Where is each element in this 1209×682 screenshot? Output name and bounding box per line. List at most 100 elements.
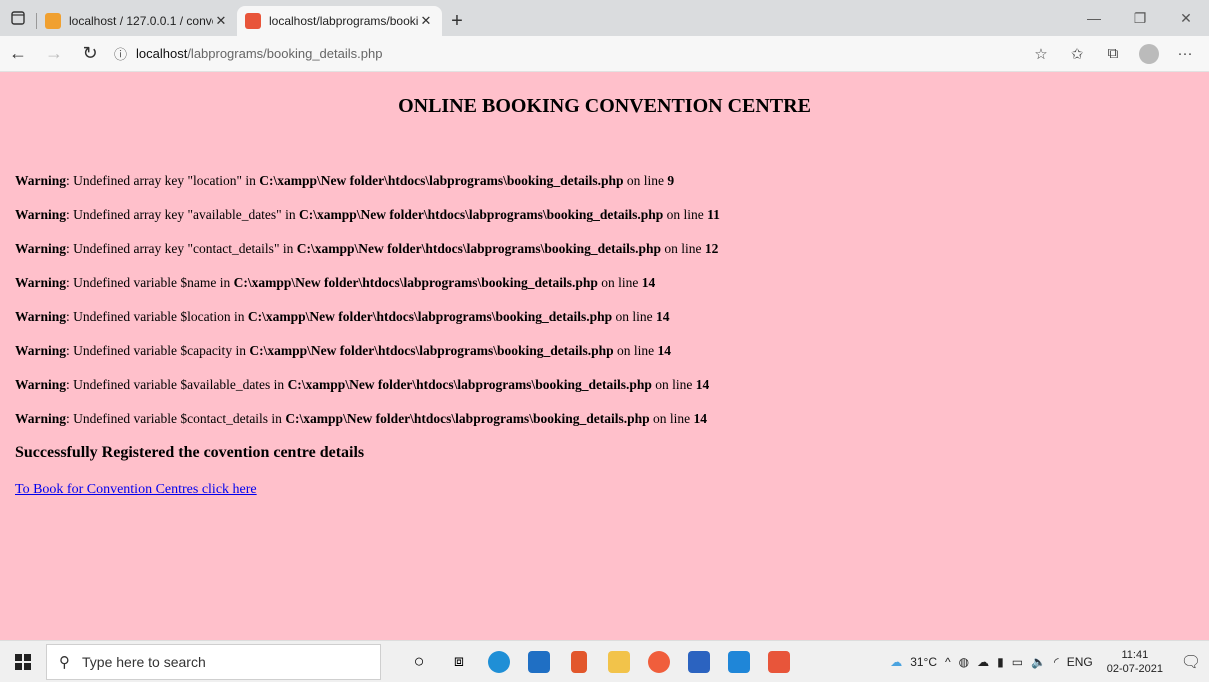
warning-file: C:\xampp\New folder\htdocs\labprograms\b…	[249, 343, 614, 358]
file-explorer-app[interactable]	[599, 641, 639, 682]
warning-label: Warning	[15, 241, 67, 256]
tab-close-icon[interactable]: ✕	[213, 13, 229, 29]
url-host: localhost	[136, 46, 188, 61]
office-app[interactable]	[559, 641, 599, 682]
window-controls: — ❐ ✕	[1071, 0, 1209, 36]
warning-on-line: on line	[612, 309, 657, 324]
book-convention-link[interactable]: To Book for Convention Centres click her…	[15, 482, 257, 498]
forward-button[interactable]: →	[36, 38, 72, 70]
tab-booking-details[interactable]: localhost/labprograms/booking_ ✕	[237, 6, 442, 36]
favorites-list-icon: ✩	[1070, 45, 1084, 63]
warning-file: C:\xampp\New folder\htdocs\labprograms\b…	[287, 377, 652, 392]
collections-icon: ⧉	[1107, 45, 1119, 62]
word-app[interactable]	[679, 641, 719, 682]
new-tab-button[interactable]: +	[442, 6, 472, 36]
warning-line-number: 14	[656, 309, 670, 324]
warning-line: Warning: Undefined variable $location in…	[15, 309, 670, 325]
windows-logo-icon	[15, 653, 31, 670]
taskbar-apps: ○ ⧈	[399, 641, 799, 682]
minimize-button[interactable]: —	[1071, 0, 1117, 36]
warning-line: Warning: Undefined array key "available_…	[15, 207, 720, 223]
profile-avatar-icon	[1139, 43, 1159, 64]
close-window-button[interactable]: ✕	[1163, 0, 1209, 36]
settings-menu-button[interactable]: ···	[1167, 40, 1203, 68]
site-info-icon[interactable]: ⓘ	[114, 44, 136, 63]
profile-button[interactable]	[1131, 40, 1167, 68]
taskbar-search-box[interactable]: ⚲ Type here to search	[46, 643, 381, 680]
weather-icon[interactable]: ☁	[890, 655, 902, 669]
battery-icon[interactable]: ▭	[1012, 655, 1023, 669]
warning-message: : Undefined variable $capacity in	[66, 343, 250, 358]
vscode-app[interactable]	[719, 641, 759, 682]
chrome-app[interactable]	[639, 641, 679, 682]
warning-file: C:\xampp\New folder\htdocs\labprograms\b…	[296, 241, 662, 256]
search-placeholder: Type here to search	[82, 653, 206, 670]
tab-phpmyadmin[interactable]: localhost / 127.0.0.1 / conventio ✕	[37, 6, 237, 36]
warning-file: C:\xampp\New folder\htdocs\labprograms\b…	[247, 309, 613, 324]
start-button[interactable]	[0, 641, 46, 682]
warning-on-line: on line	[649, 411, 694, 426]
mail-app[interactable]	[519, 641, 559, 682]
tray-app-icon[interactable]: ◍	[959, 655, 969, 669]
warning-on-line: on line	[623, 173, 668, 188]
clock-time: 11:41	[1121, 648, 1149, 661]
warning-line: Warning: Undefined variable $contact_det…	[15, 411, 707, 427]
warning-line: Warning: Undefined array key "contact_de…	[15, 241, 718, 257]
phpmyadmin-favicon-icon	[45, 13, 61, 29]
warning-message: : Undefined variable $name in	[66, 275, 234, 290]
warning-message: : Undefined array key "available_dates" …	[66, 207, 299, 222]
star-plus-icon: ☆	[1034, 45, 1048, 63]
onedrive-icon[interactable]: ☁	[977, 655, 989, 669]
warning-on-line: on line	[663, 207, 708, 222]
warning-on-line: on line	[661, 241, 705, 256]
warning-label: Warning	[15, 207, 67, 222]
tab-close-icon[interactable]: ✕	[418, 13, 434, 29]
tab-actions-icon	[11, 11, 25, 25]
tab-actions-button[interactable]	[0, 0, 36, 36]
mail-icon	[528, 650, 550, 673]
browser-tab-bar: localhost / 127.0.0.1 / conventio ✕ loca…	[0, 0, 1209, 36]
edge-icon	[488, 650, 510, 673]
task-view-icon: ⧈	[453, 652, 465, 670]
tab-title: localhost / 127.0.0.1 / conventio	[69, 14, 213, 28]
restore-button[interactable]: ❐	[1117, 0, 1163, 36]
favorites-button[interactable]: ✩	[1059, 40, 1095, 68]
notifications-button[interactable]: 🗨	[1173, 641, 1209, 682]
warning-message: : Undefined variable $location in	[66, 309, 248, 324]
warning-message: : Undefined variable $contact_details in	[66, 411, 286, 426]
xampp-icon	[768, 650, 790, 673]
chevron-up-icon[interactable]: ^	[945, 655, 951, 669]
back-arrow-icon: ←	[9, 43, 27, 63]
warning-file: C:\xampp\New folder\htdocs\labprograms\b…	[233, 275, 598, 290]
warning-message: : Undefined array key "location" in	[66, 173, 260, 188]
cortana-button[interactable]: ○	[399, 641, 439, 682]
xampp-app[interactable]	[759, 641, 799, 682]
wifi-icon[interactable]: ◜	[1054, 655, 1059, 669]
warning-file: C:\xampp\New folder\htdocs\labprograms\b…	[285, 411, 650, 426]
clock[interactable]: 11:41 02-07-2021	[1107, 648, 1163, 676]
back-button[interactable]: ←	[0, 38, 36, 70]
close-icon: ✕	[1180, 9, 1192, 26]
warning-line: Warning: Undefined variable $available_d…	[15, 377, 709, 393]
warning-line-number: 11	[707, 207, 720, 222]
microphone-icon[interactable]: ▮	[997, 655, 1004, 669]
warning-file: C:\xampp\New folder\htdocs\labprograms\b…	[298, 207, 664, 222]
language-indicator[interactable]: ENG	[1067, 655, 1093, 669]
collections-button[interactable]: ⧉	[1095, 40, 1131, 68]
warning-line: Warning: Undefined variable $capacity in…	[15, 343, 671, 359]
add-favorite-button[interactable]: ☆	[1023, 40, 1059, 68]
warning-label: Warning	[15, 275, 67, 290]
chrome-icon	[648, 650, 670, 673]
warning-line-number: 14	[695, 377, 710, 392]
system-tray: ☁ 31°C ^ ◍ ☁ ▮ ▭ 🔈 ◜ ENG 11:41 02-07-202…	[886, 641, 1209, 682]
volume-icon[interactable]: 🔈	[1031, 655, 1046, 669]
task-view-button[interactable]: ⧈	[439, 641, 479, 682]
notification-icon: 🗨	[1180, 653, 1202, 671]
refresh-button[interactable]: ↻	[72, 38, 108, 70]
edge-app[interactable]	[479, 641, 519, 682]
url-field[interactable]: ⓘ localhost/labprograms/booking_details.…	[114, 40, 914, 68]
forward-arrow-icon: →	[45, 43, 63, 63]
weather-temp[interactable]: 31°C	[910, 655, 937, 669]
refresh-icon: ↻	[82, 43, 98, 63]
warning-label: Warning	[15, 309, 67, 324]
